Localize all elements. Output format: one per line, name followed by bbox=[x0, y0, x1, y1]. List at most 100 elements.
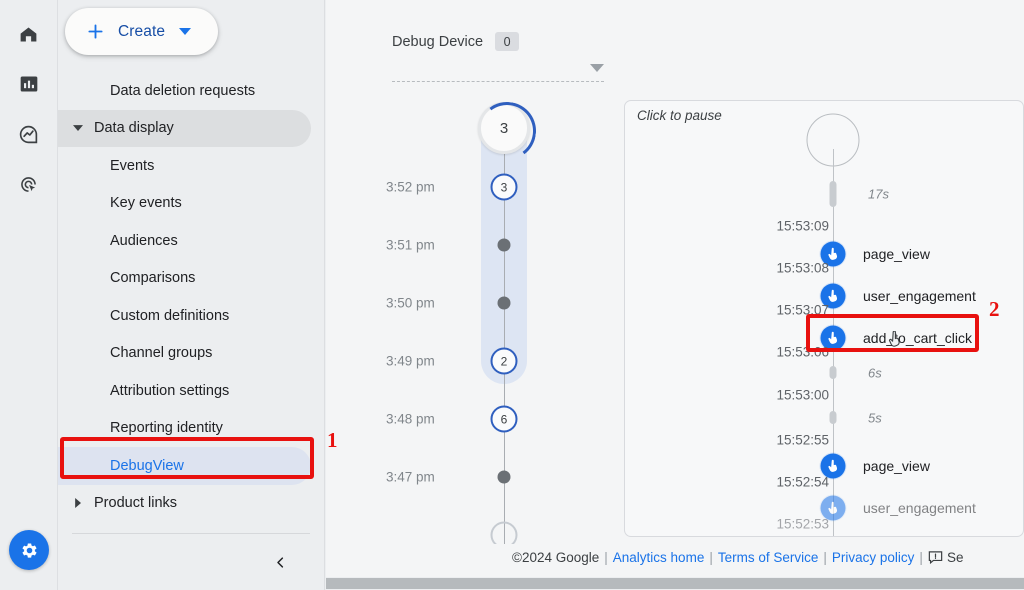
nav-list: Data deletion requests Data display Even… bbox=[58, 72, 325, 522]
home-icon[interactable] bbox=[9, 14, 49, 54]
create-label: Create bbox=[118, 22, 166, 40]
annotation-number-2: 2 bbox=[989, 297, 1000, 321]
timeline-node[interactable]: 6 bbox=[490, 405, 518, 433]
timeline-time-label: 3:51 pm bbox=[386, 237, 435, 253]
timeline-time-label: 3:52 pm bbox=[386, 179, 435, 195]
footer-separator: | bbox=[709, 549, 713, 565]
horizontal-scrollbar[interactable] bbox=[326, 577, 1024, 590]
sidebar-item-channel-groups[interactable]: Channel groups bbox=[58, 335, 325, 373]
event-name-add-to-cart-click[interactable]: add_to_cart_click bbox=[863, 330, 972, 346]
event-time: 15:53:06 bbox=[776, 344, 829, 360]
footer-separator: | bbox=[919, 549, 923, 565]
events-stream-card[interactable]: Click to pause 17s 15:53:09 page_view 15… bbox=[624, 100, 1024, 537]
dashed-divider bbox=[392, 81, 604, 82]
sidebar-item-debugview[interactable]: DebugView bbox=[58, 447, 311, 485]
footer: ©2024 Google | Analytics home | Terms of… bbox=[326, 544, 1024, 570]
sidebar-item-label: Key events bbox=[110, 195, 182, 212]
analytics-home-link[interactable]: Analytics home bbox=[613, 550, 705, 565]
timeline-time-label: 3:47 pm bbox=[386, 469, 435, 485]
advertising-icon[interactable] bbox=[9, 164, 49, 204]
sidebar-item-comparisons[interactable]: Comparisons bbox=[58, 260, 325, 298]
timeline-node-value: 3 bbox=[500, 180, 508, 194]
mouse-cursor bbox=[888, 330, 905, 357]
timeline-node[interactable] bbox=[497, 238, 511, 252]
reports-icon[interactable] bbox=[9, 64, 49, 104]
event-time: 15:53:08 bbox=[776, 260, 829, 276]
debug-device-count-badge: 0 bbox=[495, 32, 520, 51]
timeline-time-label: 3:49 pm bbox=[386, 353, 435, 369]
event-name[interactable]: user_engagement bbox=[863, 288, 976, 304]
create-button[interactable]: Create bbox=[65, 8, 218, 55]
event-time: 15:52:54 bbox=[776, 474, 829, 490]
sidebar-item-label: Custom definitions bbox=[110, 307, 230, 324]
timeline-time-label: 3:50 pm bbox=[386, 295, 435, 311]
admin-settings-button[interactable] bbox=[9, 530, 49, 570]
sidebar-item-label: Data deletion requests bbox=[110, 82, 256, 99]
privacy-policy-link[interactable]: Privacy policy bbox=[832, 550, 915, 565]
sidebar-item-reporting-identity[interactable]: Reporting identity bbox=[58, 410, 325, 448]
event-time: 15:53:07 bbox=[776, 302, 829, 318]
debug-device-title: Debug Device bbox=[392, 33, 484, 50]
timeline-time-label: 3:48 pm bbox=[386, 411, 435, 427]
footer-separator: | bbox=[823, 549, 827, 565]
touch-event-icon[interactable] bbox=[820, 453, 846, 479]
timeline-node[interactable]: 3 bbox=[490, 173, 518, 201]
gap-pill bbox=[829, 366, 837, 379]
click-to-pause-hint[interactable]: Click to pause bbox=[637, 108, 722, 123]
gap-label: 17s bbox=[868, 186, 889, 202]
scrollbar-thumb[interactable] bbox=[326, 578, 1024, 589]
terms-of-service-link[interactable]: Terms of Service bbox=[718, 550, 819, 565]
sidebar-item-label: Product links bbox=[94, 495, 178, 512]
timeline-node-current[interactable]: 3 bbox=[478, 102, 530, 154]
touch-event-icon[interactable] bbox=[820, 495, 846, 521]
footer-separator: | bbox=[604, 549, 608, 565]
timeline-node[interactable]: 2 bbox=[490, 347, 518, 375]
event-name[interactable]: user_engagement bbox=[863, 500, 976, 516]
debug-device-header: Debug Device 0 bbox=[392, 32, 520, 51]
event-time: 15:53:09 bbox=[776, 218, 829, 234]
event-time: 15:52:55 bbox=[776, 432, 829, 448]
plus-icon bbox=[85, 21, 106, 42]
gap-pill bbox=[829, 411, 837, 424]
minute-timeline[interactable]: 3 3:52 pm 3 3:51 pm 3:50 pm 3:49 pm 2 3:… bbox=[326, 96, 622, 552]
timeline-spine bbox=[503, 144, 505, 544]
explore-icon[interactable] bbox=[9, 114, 49, 154]
chevron-down-icon bbox=[179, 27, 192, 36]
annotation-number-1: 1 bbox=[327, 428, 338, 452]
timeline-node[interactable] bbox=[497, 296, 511, 310]
sidebar-item-audiences[interactable]: Audiences bbox=[58, 222, 325, 260]
sidebar-item-events[interactable]: Events bbox=[58, 147, 325, 185]
sidebar-item-custom-definitions[interactable]: Custom definitions bbox=[58, 297, 325, 335]
timeline-node-value: 2 bbox=[500, 354, 508, 368]
event-time: 15:52:53 bbox=[776, 516, 829, 532]
sidebar-item-label: DebugView bbox=[110, 457, 184, 474]
collapse-sidebar-button[interactable] bbox=[266, 548, 294, 576]
feedback-icon[interactable] bbox=[928, 550, 943, 564]
main-content: Debug Device 0 3 3:52 pm 3 3:51 pm 3:50 … bbox=[326, 0, 1024, 590]
sidebar-item-data-display[interactable]: Data display bbox=[58, 109, 311, 147]
gap-label: 6s bbox=[868, 365, 882, 381]
sidebar-item-attribution-settings[interactable]: Attribution settings bbox=[58, 372, 325, 410]
nav-sidebar: Create Data deletion requests Data displ… bbox=[58, 0, 325, 590]
sidebar-item-label: Comparisons bbox=[110, 270, 196, 287]
debugview-screen: Create Data deletion requests Data displ… bbox=[0, 0, 1024, 590]
sidebar-item-label: Events bbox=[110, 157, 155, 174]
sidebar-divider bbox=[72, 533, 310, 534]
timeline-node-value: 3 bbox=[499, 119, 509, 137]
event-time: 15:53:00 bbox=[776, 387, 829, 403]
sidebar-item-label: Channel groups bbox=[110, 345, 213, 362]
debug-device-column: Debug Device 0 3 3:52 pm 3 3:51 pm 3:50 … bbox=[326, 0, 622, 552]
sidebar-item-label: Audiences bbox=[110, 232, 178, 249]
event-name[interactable]: page_view bbox=[863, 458, 930, 474]
chevron-right-icon bbox=[72, 497, 84, 509]
send-feedback-label[interactable]: Se bbox=[947, 550, 964, 565]
event-name[interactable]: page_view bbox=[863, 246, 930, 262]
sidebar-item-key-events[interactable]: Key events bbox=[58, 185, 325, 223]
timeline-node-value: 6 bbox=[500, 412, 508, 426]
timeline-node[interactable] bbox=[497, 470, 511, 484]
chevron-down-icon[interactable] bbox=[590, 60, 604, 78]
sidebar-item-product-links[interactable]: Product links bbox=[58, 485, 325, 523]
sidebar-item-label: Reporting identity bbox=[110, 420, 223, 437]
icon-rail bbox=[0, 0, 58, 590]
sidebar-item-data-deletion-requests[interactable]: Data deletion requests bbox=[58, 72, 325, 110]
